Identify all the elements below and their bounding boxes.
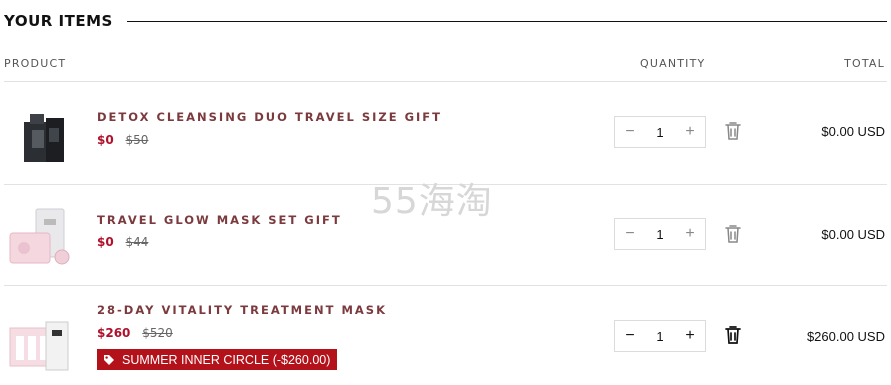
original-price: $44 — [125, 235, 149, 249]
increase-quantity-button[interactable]: + — [675, 117, 705, 147]
product-image[interactable] — [6, 104, 72, 166]
watermark: 55海淘 — [371, 181, 493, 222]
product-name[interactable]: TRAVEL GLOW MASK SET GIFT — [97, 213, 342, 227]
quantity-stepper: − 1 + — [614, 116, 706, 148]
quantity-stepper: − 1 + — [614, 218, 706, 250]
sale-price: $0 — [97, 235, 114, 249]
line-total: $0.00 USD — [821, 227, 885, 242]
increase-quantity-button[interactable]: + — [675, 321, 705, 351]
decrease-quantity-button[interactable]: − — [615, 321, 645, 351]
promo-label: SUMMER INNER CIRCLE (-$260.00) — [122, 352, 331, 367]
sale-price: $0 — [97, 133, 114, 147]
decrease-quantity-button[interactable]: − — [615, 219, 645, 249]
trash-icon[interactable] — [724, 325, 742, 345]
quantity-value[interactable]: 1 — [645, 227, 675, 242]
section-divider — [126, 20, 887, 22]
quantity-value[interactable]: 1 — [645, 125, 675, 140]
tag-icon — [104, 354, 114, 365]
increase-quantity-button[interactable]: + — [675, 219, 705, 249]
quantity-value[interactable]: 1 — [645, 329, 675, 344]
promo-badge: SUMMER INNER CIRCLE (-$260.00) — [97, 349, 338, 370]
product-image[interactable] — [6, 316, 72, 374]
product-image[interactable] — [6, 205, 72, 269]
product-name[interactable]: DETOX CLEANSING DUO TRAVEL SIZE GIFT — [97, 110, 442, 124]
column-header-quantity: QUANTITY — [640, 57, 706, 70]
trash-icon[interactable] — [724, 224, 742, 244]
product-name[interactable]: 28-DAY VITALITY TREATMENT MASK — [97, 303, 387, 317]
price-line: $260 $520 — [97, 326, 173, 340]
column-header-product: PRODUCT — [4, 57, 67, 70]
cart-item: DETOX CLEANSING DUO TRAVEL SIZE GIFT $0 … — [0, 82, 891, 184]
price-line: $0 $44 — [97, 235, 148, 249]
trash-icon[interactable] — [724, 121, 742, 141]
line-total: $0.00 USD — [821, 124, 885, 139]
cart-item: 28-DAY VITALITY TREATMENT MASK $260 $520… — [0, 286, 891, 385]
price-line: $0 $50 — [97, 133, 148, 147]
section-title: YOUR ITEMS — [4, 12, 113, 30]
sale-price: $260 — [97, 326, 131, 340]
original-price: $520 — [142, 326, 173, 340]
line-total: $260.00 USD — [806, 329, 885, 344]
column-header-total: TOTAL — [844, 57, 885, 70]
section-header: YOUR ITEMS — [4, 10, 887, 32]
decrease-quantity-button[interactable]: − — [615, 117, 645, 147]
quantity-stepper: − 1 + — [614, 320, 706, 352]
original-price: $50 — [125, 133, 149, 147]
